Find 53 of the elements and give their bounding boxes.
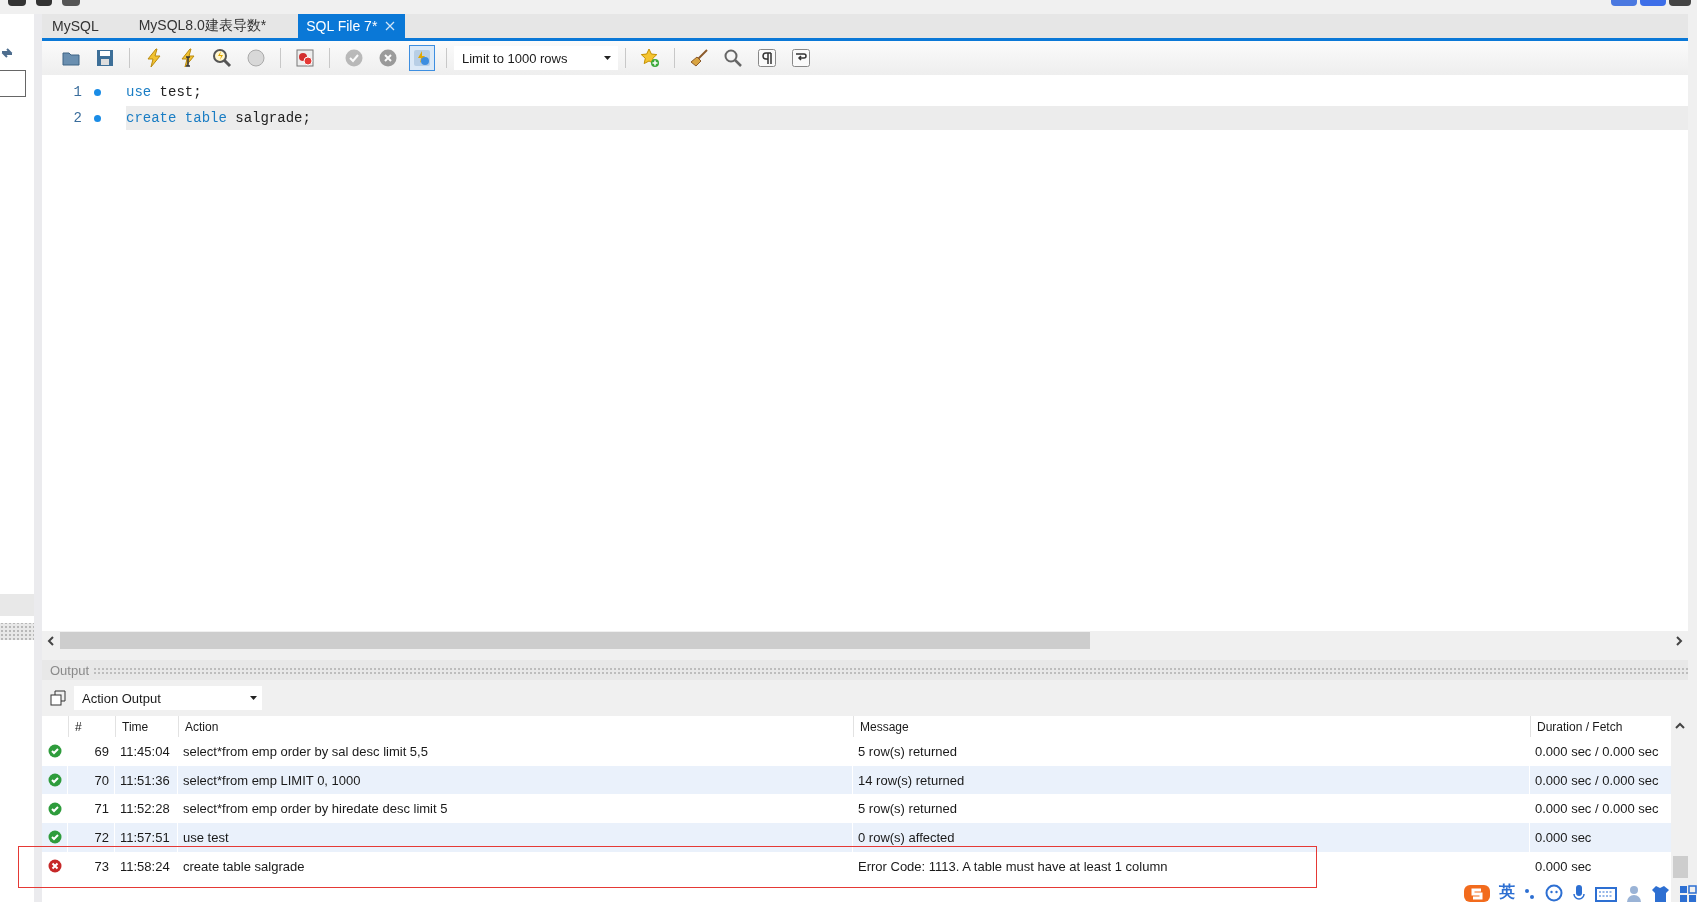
copy-icon bbox=[50, 690, 66, 706]
search-icon bbox=[723, 48, 743, 68]
lightning-cursor-icon bbox=[178, 48, 198, 68]
star-add-icon bbox=[640, 48, 660, 68]
cut-off-icon bbox=[62, 0, 80, 6]
smiley-icon bbox=[1545, 882, 1563, 902]
stop-error-icon bbox=[295, 48, 315, 68]
cut-off-icon bbox=[8, 0, 26, 6]
scrollbar-thumb[interactable] bbox=[1672, 856, 1688, 878]
caret-icon bbox=[249, 695, 258, 701]
statement-marker bbox=[94, 114, 101, 122]
editor-tab[interactable]: MySQL8.0建表导数* bbox=[130, 14, 277, 38]
input-method-toolbar[interactable]: 英 bbox=[1460, 882, 1697, 902]
magnifier-lightning-icon bbox=[212, 48, 232, 68]
autocommit-button[interactable] bbox=[409, 45, 435, 71]
row-limit-dropdown[interactable]: Limit to 1000 rows bbox=[454, 46, 618, 70]
line-number: 1 bbox=[72, 84, 82, 100]
broom-icon bbox=[689, 48, 709, 68]
table-cell: 70 bbox=[68, 765, 114, 795]
table-cell: use test bbox=[178, 823, 852, 852]
pilcrow-icon bbox=[757, 48, 777, 68]
grid-icon bbox=[1679, 882, 1697, 902]
panel-title: Output bbox=[50, 662, 90, 678]
table-cell: 0.000 sec bbox=[1530, 823, 1671, 852]
caret-icon bbox=[603, 55, 612, 61]
table-cell: 11:57:51 bbox=[115, 823, 177, 852]
table-cell: select*from emp LIMIT 0, 1000 bbox=[178, 765, 852, 795]
table-cell: 11:51:36 bbox=[115, 765, 177, 795]
cut-off-icon bbox=[1611, 0, 1637, 6]
code-line: use test; bbox=[126, 83, 203, 102]
table-cell: 72 bbox=[68, 823, 114, 852]
cut-off-icon bbox=[1669, 0, 1691, 6]
editor-tab[interactable]: SQL File 7* bbox=[298, 14, 406, 38]
save-icon bbox=[95, 48, 115, 68]
table-cell: 0.000 sec / 0.000 sec bbox=[1530, 765, 1671, 795]
line-number: 2 bbox=[72, 110, 82, 126]
language-indicator[interactable]: 英 bbox=[1499, 882, 1515, 902]
statement-marker bbox=[94, 88, 101, 96]
microphone-icon bbox=[1572, 882, 1586, 902]
arrows-icon bbox=[0, 46, 14, 60]
panel-header bbox=[0, 623, 34, 640]
table-cell: 14 row(s) returned bbox=[853, 765, 1529, 795]
cut-off-icon bbox=[36, 0, 52, 6]
autocommit-icon bbox=[412, 48, 432, 68]
lightning-icon bbox=[144, 48, 164, 68]
check-icon bbox=[344, 48, 364, 68]
output-type-dropdown[interactable]: Action Output bbox=[74, 686, 262, 710]
cancel-icon bbox=[378, 48, 398, 68]
editor-tab[interactable]: MySQL bbox=[44, 14, 109, 38]
table-cell: 0 row(s) affected bbox=[853, 823, 1529, 852]
input-field[interactable] bbox=[0, 70, 26, 97]
wrap-icon bbox=[791, 48, 811, 68]
cut-off-icon bbox=[1640, 0, 1666, 6]
